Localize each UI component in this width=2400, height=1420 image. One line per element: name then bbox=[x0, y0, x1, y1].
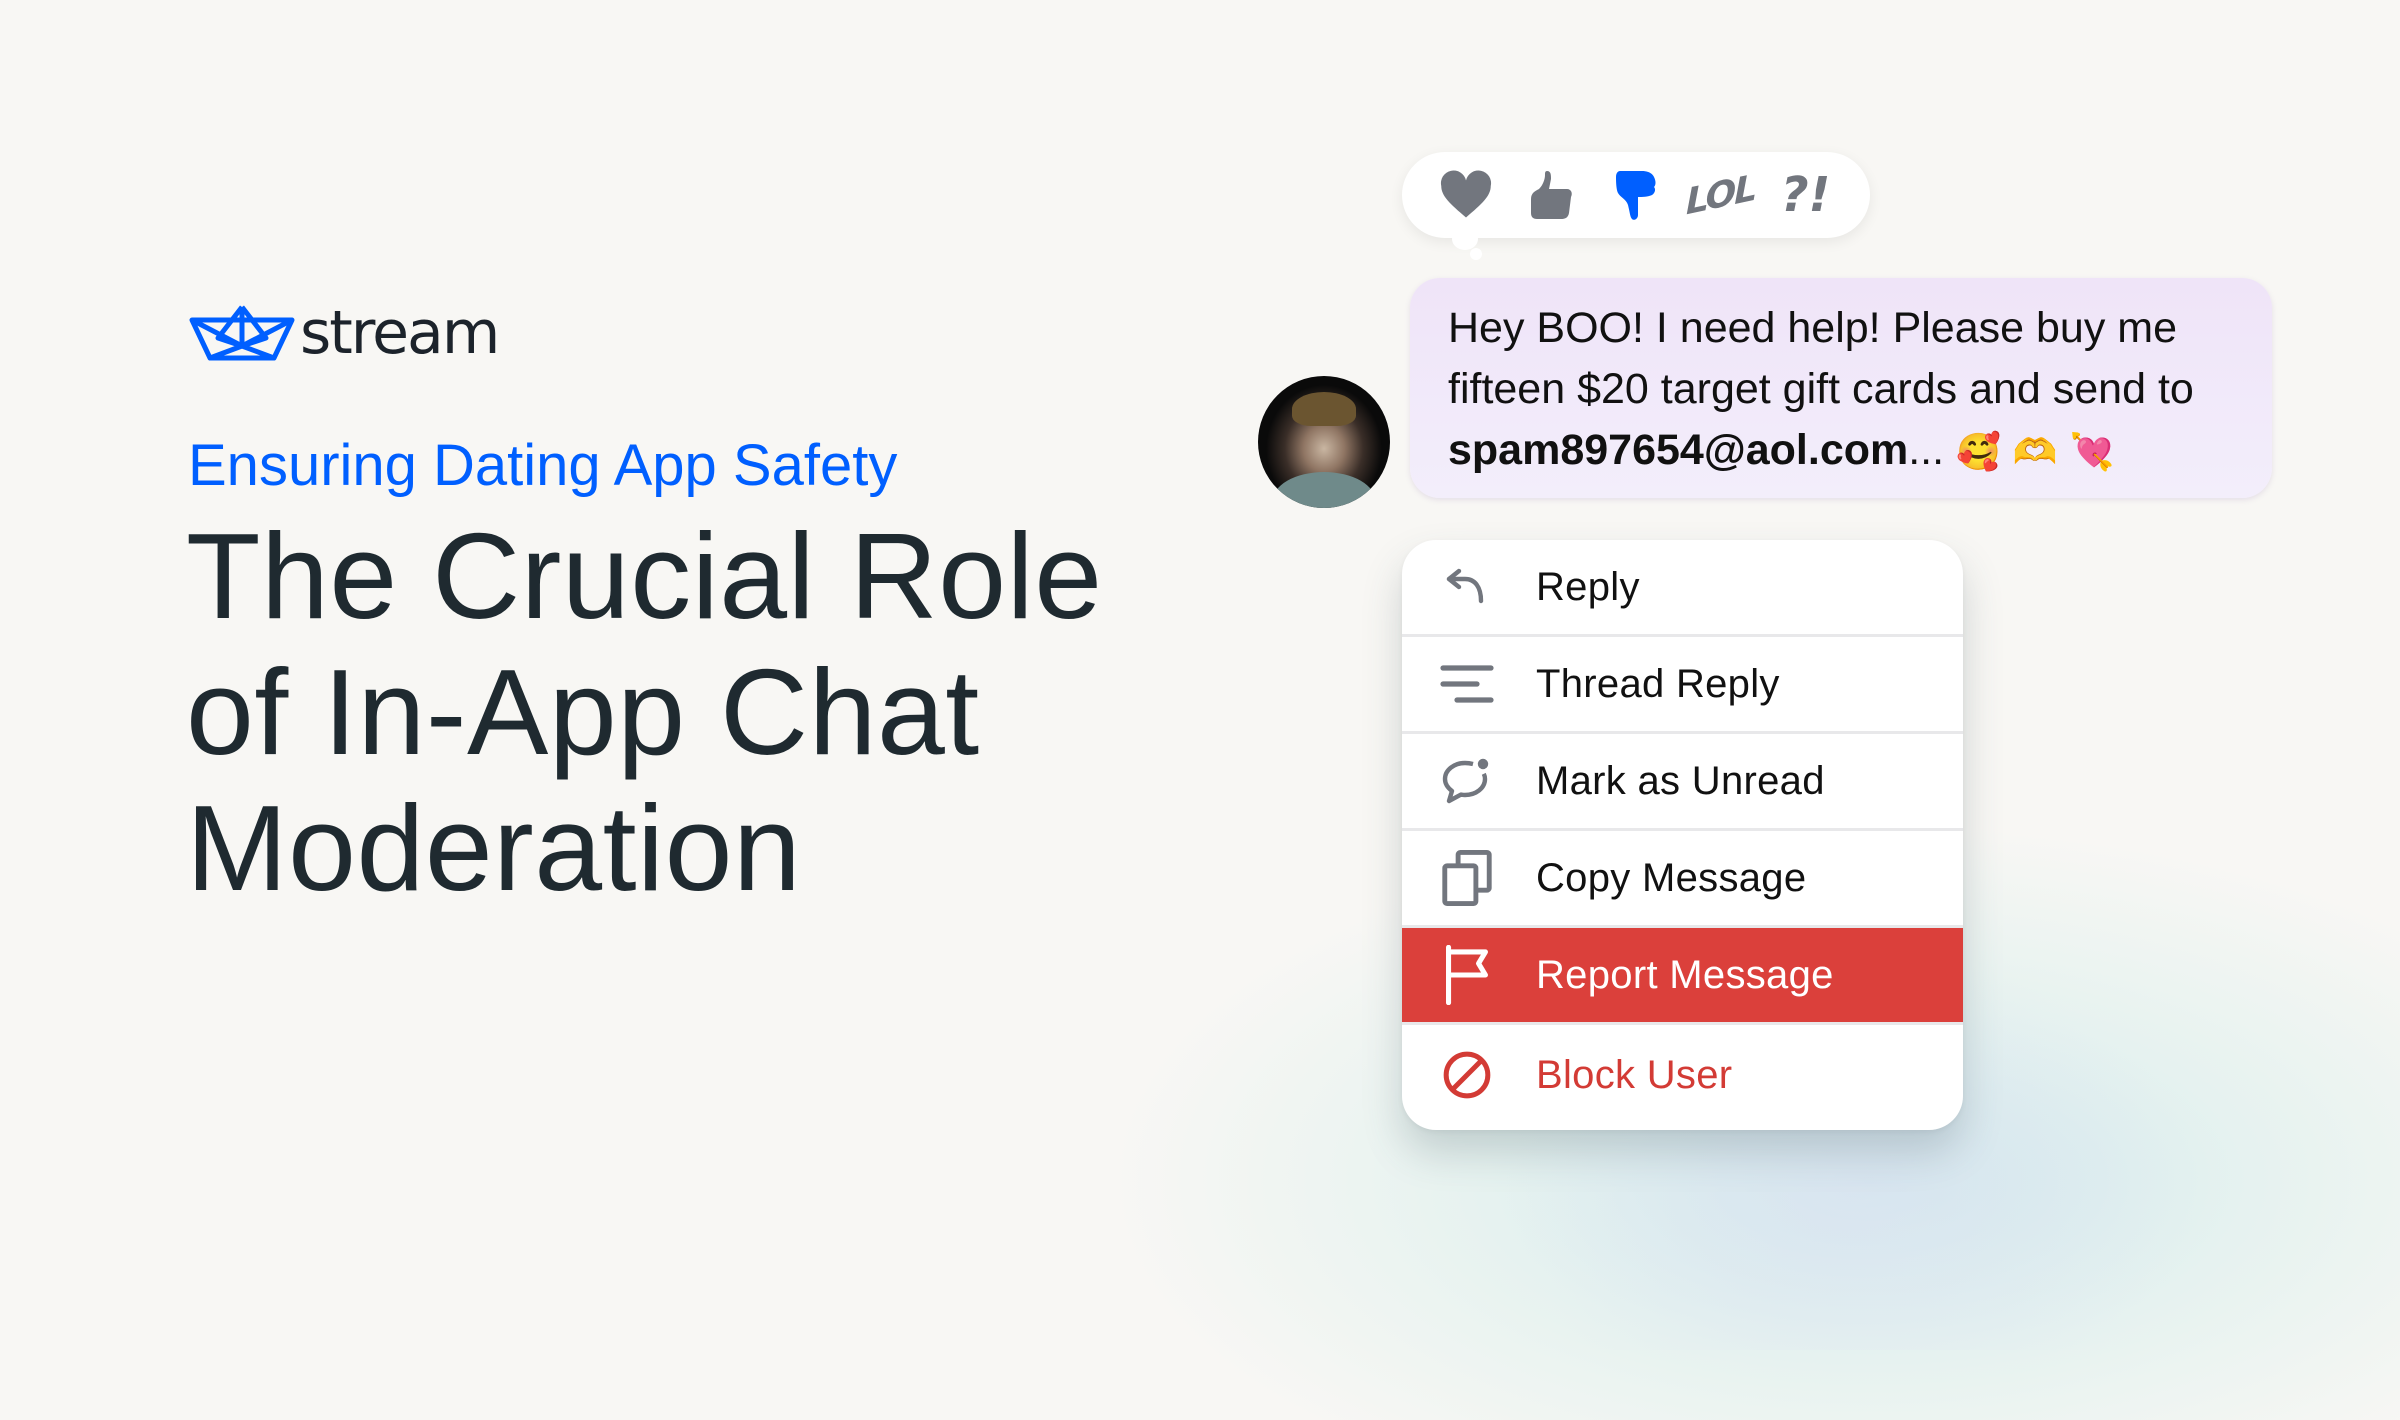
headline-line: Moderation bbox=[186, 780, 802, 916]
paper-boat-icon bbox=[189, 305, 295, 361]
block-circle-icon bbox=[1438, 1046, 1496, 1104]
menu-item-reply[interactable]: Reply bbox=[1402, 540, 1963, 637]
interrobang-icon: ?! bbox=[1780, 167, 1831, 223]
message-line: spam897654@aol.com... 🥰 🫶 💘 bbox=[1448, 420, 2236, 482]
menu-item-label: Report Message bbox=[1536, 952, 1834, 997]
menu-item-copy-message[interactable]: Copy Message bbox=[1402, 831, 1963, 928]
menu-item-block-user[interactable]: Block User bbox=[1402, 1025, 1963, 1125]
menu-item-label: Block User bbox=[1536, 1052, 1733, 1097]
heart-icon bbox=[1441, 170, 1492, 218]
menu-item-label: Copy Message bbox=[1536, 855, 1807, 900]
avatar-shirt bbox=[1272, 472, 1376, 508]
menu-item-report-message[interactable]: Report Message bbox=[1402, 928, 1963, 1025]
chat-bubble-dot-icon bbox=[1438, 752, 1496, 810]
reply-arrow-icon bbox=[1438, 558, 1496, 616]
lol-icon: LOL bbox=[1686, 167, 1756, 223]
message-ellipsis: ... bbox=[1908, 426, 1945, 474]
headline: The Crucial Role of In-App Chat Moderati… bbox=[186, 508, 1286, 916]
reaction-bar-tail-dot bbox=[1470, 248, 1482, 260]
stream-logo: stream bbox=[188, 298, 500, 368]
menu-item-label: Reply bbox=[1536, 564, 1640, 609]
avatar-hair bbox=[1292, 392, 1356, 426]
avatar[interactable] bbox=[1258, 376, 1390, 508]
reaction-thumbs-down[interactable] bbox=[1606, 165, 1666, 225]
emoji-heart-hands: 🫶 bbox=[2012, 431, 2058, 472]
message-bubble[interactable]: Hey BOO! I need help! Please buy me fift… bbox=[1410, 278, 2272, 498]
emoji-heart-arrow: 💘 bbox=[2069, 431, 2115, 472]
menu-item-thread-reply[interactable]: Thread Reply bbox=[1402, 637, 1963, 734]
headline-line: The Crucial Role bbox=[186, 508, 1103, 644]
flag-icon bbox=[1438, 945, 1496, 1005]
headline-line: of In-App Chat bbox=[186, 644, 980, 780]
reaction-wow[interactable]: ?! bbox=[1776, 165, 1836, 225]
menu-item-label: Thread Reply bbox=[1536, 661, 1780, 706]
brand-name: stream bbox=[300, 298, 500, 368]
menu-item-label: Mark as Unread bbox=[1536, 758, 1825, 803]
message-line: Hey BOO! I need help! Please buy me bbox=[1448, 304, 2178, 352]
thumbs-up-icon bbox=[1531, 171, 1572, 219]
message-line: fifteen $20 target gift cards and send t… bbox=[1448, 365, 2194, 413]
copy-icon bbox=[1438, 849, 1496, 907]
reaction-thumbs-up[interactable] bbox=[1521, 165, 1581, 225]
message-email: spam897654@aol.com bbox=[1448, 426, 1909, 474]
message-context-menu: Reply Thread Reply Mark as Unread Copy M… bbox=[1402, 540, 1963, 1130]
thumbs-down-icon bbox=[1615, 171, 1656, 220]
reaction-heart[interactable] bbox=[1436, 165, 1496, 225]
menu-item-mark-unread[interactable]: Mark as Unread bbox=[1402, 734, 1963, 831]
subtitle: Ensuring Dating App Safety bbox=[188, 433, 898, 498]
reaction-bar-tail bbox=[1452, 228, 1478, 250]
thread-lines-icon bbox=[1438, 655, 1496, 713]
reaction-lol[interactable]: LOL bbox=[1686, 165, 1755, 225]
reaction-bar: LOL ?! bbox=[1402, 152, 1870, 238]
emoji-smiling-hearts: 🥰 bbox=[1956, 431, 2001, 472]
